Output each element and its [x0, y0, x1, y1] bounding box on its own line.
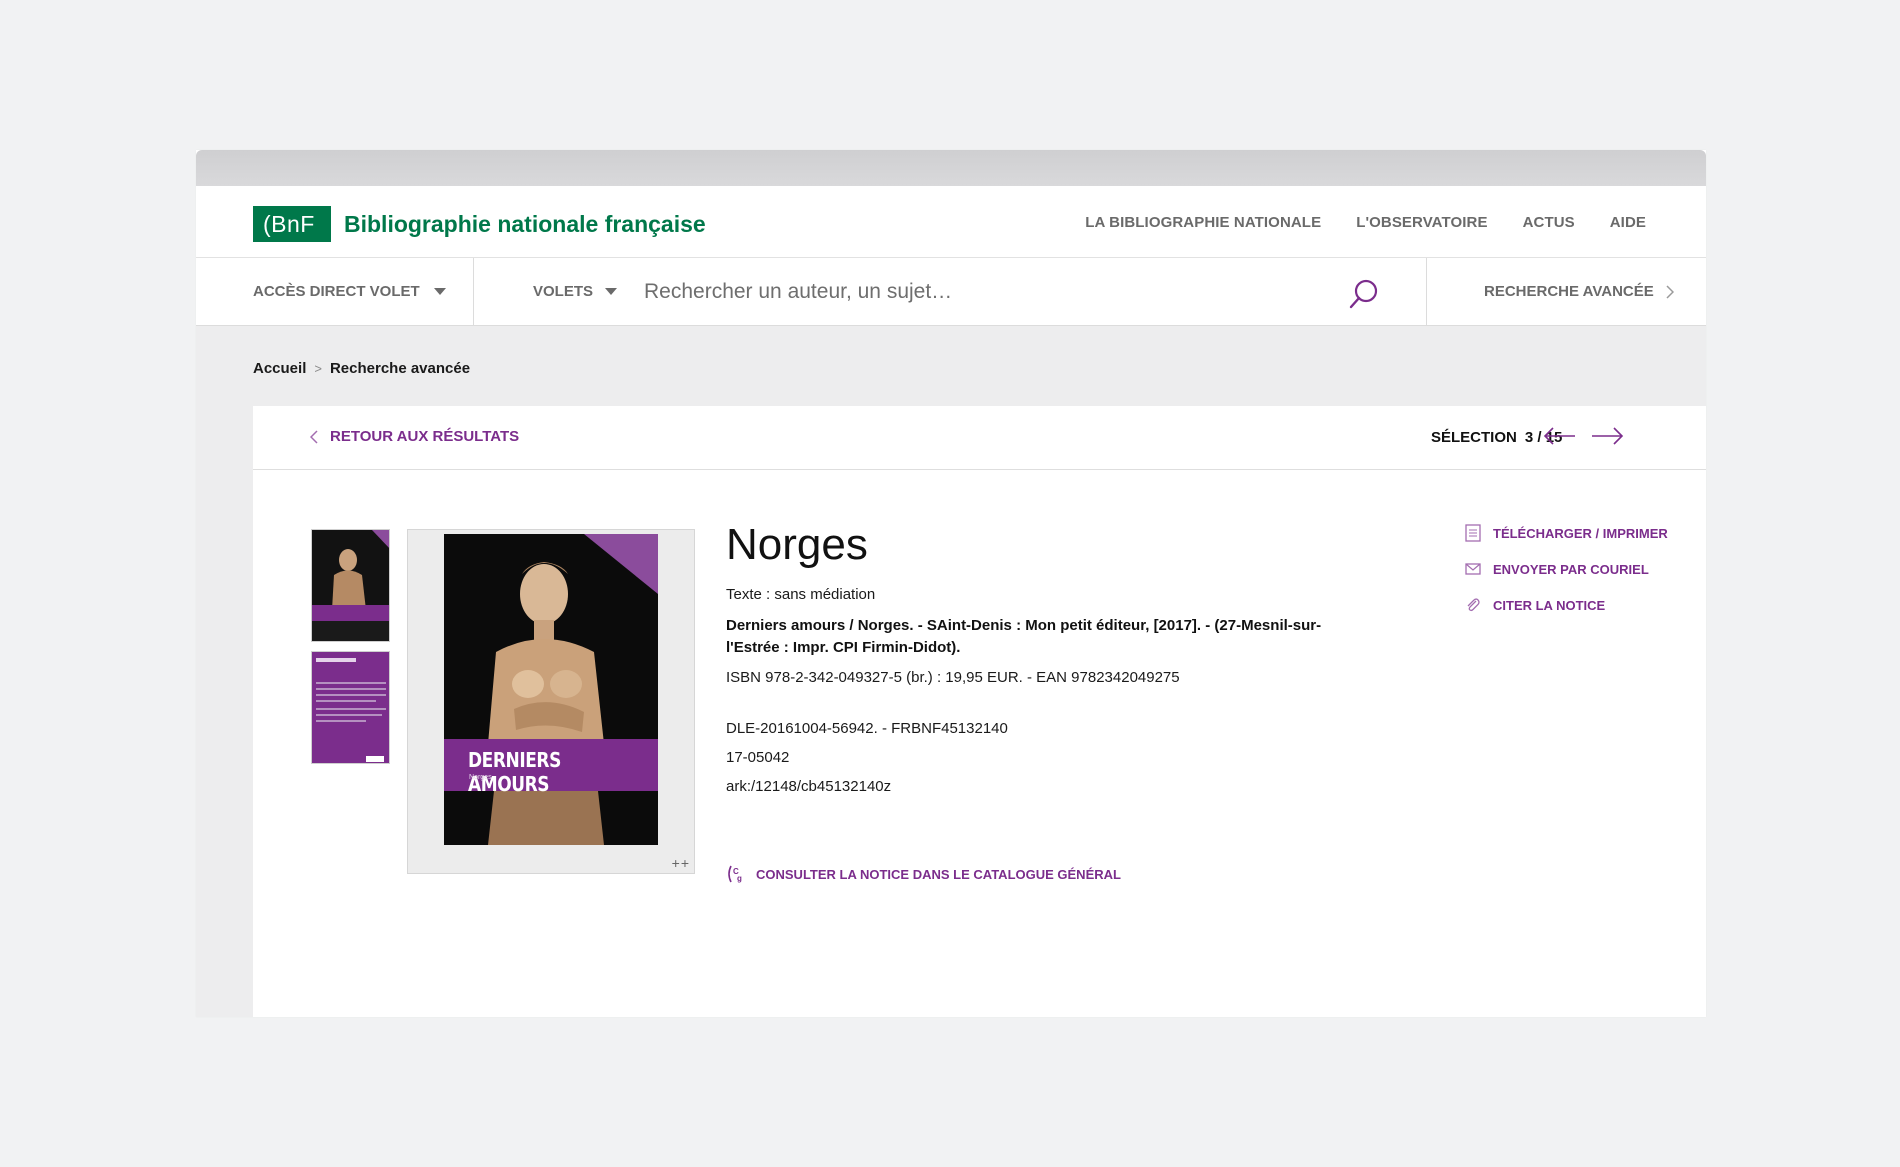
cover-title: DERNIERS AMOURS: [468, 748, 561, 796]
search-icon: [1349, 279, 1378, 309]
document-icon: [1465, 524, 1481, 542]
record-panel: RETOUR AUX RÉSULTATS SÉLECTION 3 / 15 DE…: [253, 406, 1706, 1017]
bnf-logo[interactable]: (BnF: [253, 206, 331, 242]
consult-catalogue-link[interactable]: C g CONSULTER LA NOTICE DANS LE CATALOGU…: [726, 864, 1121, 884]
record-dle: DLE-20161004-56942. - FRBNF45132140: [726, 720, 1008, 737]
next-record-button[interactable]: [1590, 426, 1624, 446]
record-description: Derniers amours / Norges. - SAint-Denis …: [726, 617, 1322, 656]
arrow-right-icon: [1592, 427, 1624, 445]
record-isbn: ISBN 978-2-342-049327-5 (br.) : 19,95 EU…: [726, 669, 1180, 686]
cover-author: Norges: [469, 774, 492, 781]
back-to-results-label: RETOUR AUX RÉSULTATS: [330, 428, 520, 445]
cover-viewer: DERNIERS AMOURS Norges ++: [407, 529, 695, 874]
caret-down-icon: [605, 288, 618, 295]
previous-record-button[interactable]: [1543, 426, 1577, 446]
download-print-label: TÉLÉCHARGER / IMPRIMER: [1493, 525, 1668, 541]
svg-text:g: g: [737, 874, 742, 883]
acces-direct-volet-label: ACCÈS DIRECT VOLET: [253, 283, 420, 300]
cover-thumbnail-front-image: [312, 530, 389, 641]
breadcrumb-separator: >: [314, 361, 322, 376]
top-navigation: LA BIBLIOGRAPHIE NATIONALE L'OBSERVATOIR…: [1085, 214, 1646, 231]
breadcrumb-current: Recherche avancée: [329, 360, 471, 377]
content-area: Accueil > Recherche avancée RETOUR AUX R…: [196, 326, 1706, 1017]
record-title: Norges: [726, 520, 868, 569]
volets-dropdown[interactable]: VOLETS: [533, 258, 618, 325]
record-navigation-bar: RETOUR AUX RÉSULTATS SÉLECTION 3 / 15: [253, 406, 1706, 470]
catalogue-icon: C g: [728, 865, 742, 883]
breadcrumb-home[interactable]: Accueil: [253, 360, 306, 377]
search-bar: ACCÈS DIRECT VOLET VOLETS RECHERCHE AVAN…: [196, 258, 1706, 326]
download-print-button[interactable]: TÉLÉCHARGER / IMPRIMER: [1465, 524, 1668, 542]
zoom-button[interactable]: ++: [672, 855, 690, 871]
nav-bibliographie-nationale[interactable]: LA BIBLIOGRAPHIE NATIONALE: [1085, 214, 1321, 231]
cover-thumbnail-back[interactable]: [311, 651, 390, 764]
site-header: (BnF Bibliographie nationale française L…: [196, 186, 1706, 258]
breadcrumb: Accueil > Recherche avancée: [253, 360, 470, 377]
statue-illustration: [444, 534, 658, 845]
caret-down-icon: [433, 288, 446, 295]
record-actions: TÉLÉCHARGER / IMPRIMER ENVOYER PAR COURI…: [1465, 524, 1668, 632]
envelope-icon: [1465, 563, 1481, 575]
chevron-left-icon: [310, 429, 318, 444]
arrow-left-icon: [1543, 427, 1575, 445]
cite-record-button[interactable]: CITER LA NOTICE: [1465, 596, 1668, 614]
nav-observatoire[interactable]: L'OBSERVATOIRE: [1356, 214, 1487, 231]
chevron-right-icon: [1666, 284, 1674, 299]
record-ark: ark:/12148/cb45132140z: [726, 778, 892, 795]
search-button[interactable]: [1348, 278, 1380, 310]
nav-actus[interactable]: ACTUS: [1523, 214, 1575, 231]
selection-label: SÉLECTION: [1431, 429, 1517, 446]
cover-thumbnail-front[interactable]: [311, 529, 390, 642]
search-input[interactable]: [644, 272, 1294, 312]
paperclip-icon: [1467, 598, 1480, 612]
record-number: 17-05042: [726, 749, 790, 766]
record-details: Norges Texte : sans médiation Derniers a…: [726, 518, 1326, 795]
send-email-label: ENVOYER PAR COURIEL: [1493, 561, 1649, 577]
cite-record-label: CITER LA NOTICE: [1493, 597, 1606, 613]
consult-catalogue-label: CONSULTER LA NOTICE DANS LE CATALOGUE GÉ…: [756, 866, 1121, 882]
send-email-button[interactable]: ENVOYER PAR COURIEL: [1465, 560, 1668, 578]
acces-direct-volet-dropdown[interactable]: ACCÈS DIRECT VOLET: [196, 258, 474, 325]
cover-thumbnail-back-image: [312, 652, 389, 763]
nav-aide[interactable]: AIDE: [1610, 214, 1646, 231]
recherche-avancee-link[interactable]: RECHERCHE AVANCÉE: [1426, 258, 1706, 325]
volets-label: VOLETS: [533, 283, 594, 300]
recherche-avancee-label: RECHERCHE AVANCÉE: [1484, 283, 1654, 300]
browser-window: (BnF Bibliographie nationale française L…: [196, 150, 1706, 1017]
back-to-results-link[interactable]: RETOUR AUX RÉSULTATS: [310, 428, 519, 445]
cover-image: DERNIERS AMOURS Norges: [444, 534, 658, 845]
site-title[interactable]: Bibliographie nationale française: [344, 208, 706, 240]
browser-chrome-bar: [196, 150, 1706, 186]
record-type: Texte : sans médiation: [726, 586, 876, 603]
